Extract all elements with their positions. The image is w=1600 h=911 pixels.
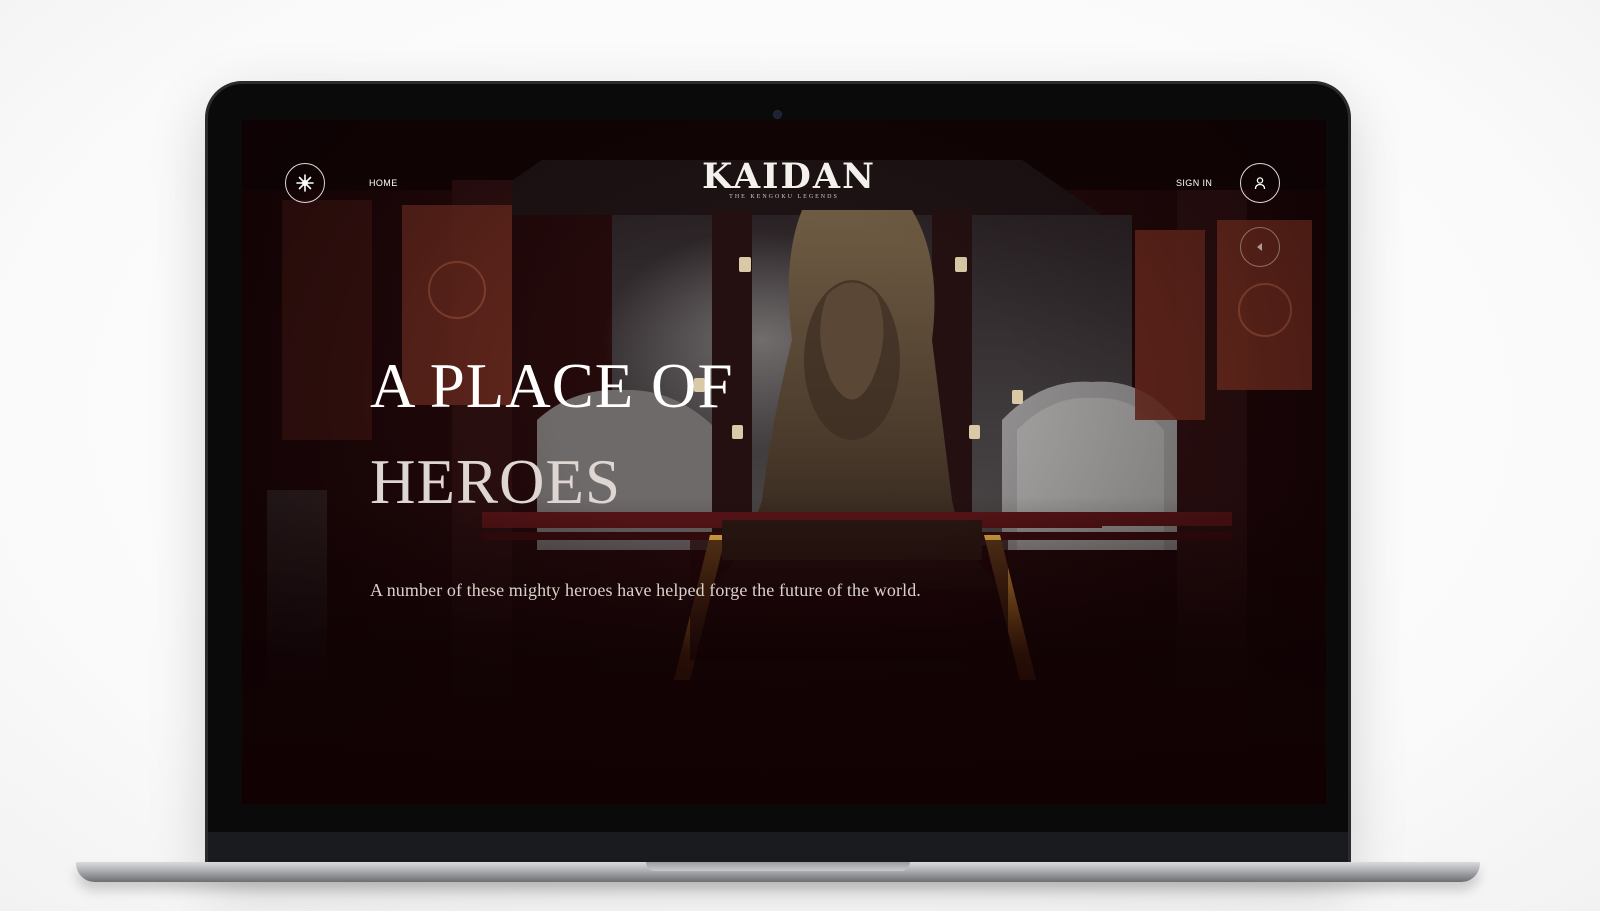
device-mockup: HOME KAIDAN THE KENGOKU LEGENDS SIGN IN	[0, 0, 1600, 911]
laptop-opening-notch	[646, 862, 910, 871]
browser-viewport: HOME KAIDAN THE KENGOKU LEGENDS SIGN IN	[242, 120, 1326, 804]
hero-headline-line1: A PLACE OF	[370, 351, 734, 421]
webcam	[774, 111, 781, 118]
user-icon	[1254, 177, 1266, 190]
hero-subline: A number of these mighty heroes have hel…	[370, 580, 921, 600]
speaker-icon	[1257, 243, 1262, 251]
emblem-menu-icon	[296, 174, 314, 192]
logo-wordmark: KAIDAN	[702, 156, 877, 197]
hero-headline: A PLACE OF HEROES	[370, 338, 734, 530]
laptop-lid: HOME KAIDAN THE KENGOKU LEGENDS SIGN IN	[208, 84, 1348, 870]
hero-headline-line2: HEROES	[370, 447, 622, 517]
menu-emblem-button[interactable]	[285, 163, 325, 203]
nav-home-link[interactable]: HOME	[369, 178, 398, 188]
account-button[interactable]	[1240, 163, 1280, 203]
sound-toggle-button[interactable]	[1240, 227, 1280, 267]
laptop-base	[76, 862, 1480, 882]
sign-in-link[interactable]: SIGN IN	[1176, 178, 1212, 188]
site-logo[interactable]: KAIDAN THE KENGOKU LEGENDS	[702, 156, 877, 201]
